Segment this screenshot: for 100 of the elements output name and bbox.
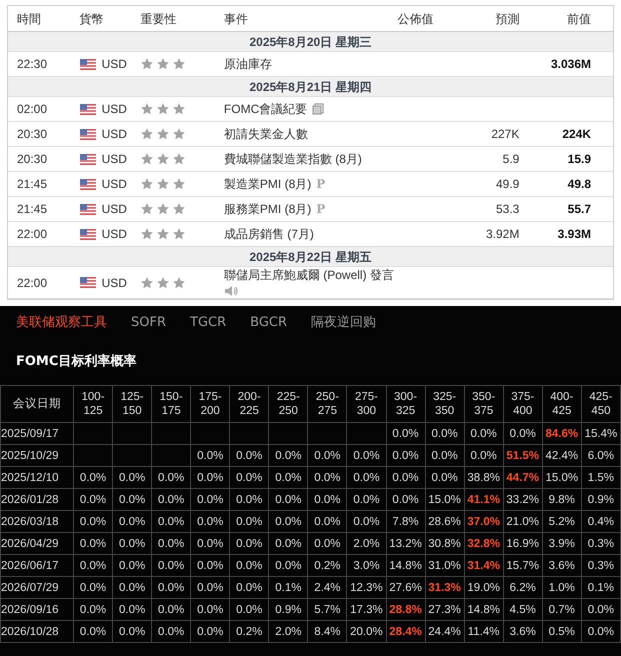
star-icon: [140, 57, 154, 72]
event-time: 22:00: [17, 276, 48, 290]
probability-cell: 0.0%: [190, 620, 230, 642]
probability-cell: 0.9%: [581, 488, 620, 510]
currency-code: USD: [102, 227, 127, 242]
probability-cell: 0.0%: [308, 532, 347, 554]
column-header: 400- 425: [542, 386, 582, 422]
star-icon: [140, 177, 154, 192]
meeting-date: 2026/04/29: [0, 532, 74, 554]
date-row: 2025年8月22日 星期五: [8, 246, 613, 266]
document-icon: [312, 103, 324, 115]
previous-value: 55.7: [568, 202, 591, 216]
probability-cell: 0.0%: [346, 488, 386, 510]
probability-cell: 0.0%: [74, 554, 113, 576]
tab[interactable]: 隔夜逆回购: [311, 315, 376, 331]
probability-cell: 15.4%: [581, 422, 620, 444]
event-name[interactable]: 成品房銷售 (7月): [224, 227, 314, 241]
probability-cell: 16.9%: [503, 532, 542, 554]
probability-cell: 0.0%: [190, 444, 230, 466]
event-name[interactable]: 製造業PMI (8月): [224, 177, 312, 191]
flag-icon: [80, 154, 96, 165]
probability-cell: 0.0%: [268, 444, 308, 466]
event-name[interactable]: 費城聯儲製造業指數 (8月): [224, 152, 362, 166]
preliminary-label: P: [316, 177, 326, 191]
probability-cell: 42.4%: [542, 444, 582, 466]
flag-icon: [80, 128, 96, 140]
probability-cell: 0.0%: [112, 598, 152, 620]
star-icon: [172, 202, 186, 216]
meeting-date: 2026/09/16: [0, 598, 74, 620]
probability-cell: 38.8%: [464, 466, 504, 488]
forecast-value: 5.9: [502, 152, 520, 166]
star-icon: [156, 227, 170, 242]
currency-code: USD: [102, 202, 127, 216]
event-name[interactable]: 服務業PMI (8月): [224, 202, 312, 216]
probability-cell: 0.0%: [152, 598, 191, 620]
meeting-date: 2025/12/10: [0, 466, 74, 488]
event-time: 20:30: [17, 152, 48, 166]
probability-cell: 0.0%: [190, 466, 230, 488]
probability-cell: 28.6%: [425, 510, 464, 532]
probability-cell: 1.5%: [581, 466, 620, 488]
column-header: 150- 175: [152, 386, 191, 422]
tab[interactable]: TGCR: [190, 315, 226, 331]
probability-cell: 0.0%: [112, 620, 152, 642]
probability-cell: 3.6%: [542, 554, 582, 576]
probability-cell: 32.8%: [464, 532, 504, 554]
flag-icon: [80, 178, 96, 190]
probability-cell: 0.0%: [230, 576, 269, 598]
event-name[interactable]: FOMC會議紀要: [224, 102, 308, 116]
flag-icon: [80, 228, 96, 240]
probability-cell: 0.0%: [152, 488, 191, 510]
probability-cell: 0.0%: [112, 488, 152, 510]
probability-cell: 0.0%: [152, 576, 191, 598]
probability-cell: 31.0%: [425, 554, 464, 576]
star-icon: [156, 202, 170, 216]
probability-cell: 0.0%: [152, 532, 191, 554]
star-icon: [172, 152, 186, 166]
probability-cell: 0.0%: [308, 510, 347, 532]
probability-cell: 0.0%: [386, 422, 426, 444]
column-header: 350- 375: [464, 386, 504, 422]
tab[interactable]: SOFR: [131, 315, 166, 331]
probability-cell: 0.0%: [503, 422, 542, 444]
forecast-value: 3.92M: [486, 227, 520, 241]
probability-cell: 19.0%: [464, 576, 504, 598]
probability-cell: 0.0%: [230, 532, 269, 554]
previous-value: 3.036M: [550, 57, 591, 71]
event-name[interactable]: 聯儲局主席鮑威爾 (Powell) 發言: [224, 268, 394, 282]
probability-cell: 0.0%: [308, 466, 347, 488]
star-icon: [156, 276, 170, 290]
probability-cell: 0.0%: [112, 510, 152, 532]
probability-cell: 0.0%: [268, 488, 308, 510]
tab[interactable]: 美联储观察工具: [16, 315, 107, 331]
column-header: 325- 350: [425, 386, 464, 422]
probability-cell: 33.2%: [503, 488, 542, 510]
probability-cell: 41.1%: [464, 488, 504, 510]
preliminary-label: P: [316, 202, 326, 216]
previous-value: 49.8: [568, 177, 591, 191]
tab[interactable]: BGCR: [250, 315, 287, 331]
star-icon: [156, 177, 170, 192]
event-name[interactable]: 原油庫存: [224, 57, 272, 71]
probability-cell: 0.0%: [190, 576, 230, 598]
probability-cell: 3.0%: [346, 554, 386, 576]
probability-cell: 0.1%: [268, 576, 308, 598]
probability-cell: 0.0%: [152, 620, 191, 642]
probability-cell: 0.0%: [190, 598, 230, 620]
probability-cell: 8.4%: [308, 620, 347, 642]
probability-cell: 0.0%: [74, 620, 113, 642]
probability-cell: 0.1%: [581, 576, 620, 598]
currency-code: USD: [102, 102, 127, 116]
probability-cell: 0.0%: [268, 510, 308, 532]
probability-cell: 0.0%: [190, 554, 230, 576]
probability-cell: 0.0%: [74, 510, 113, 532]
currency-code: USD: [102, 152, 127, 166]
event-name[interactable]: 初請失業金人數: [224, 127, 308, 141]
probability-cell: 0.0%: [230, 554, 269, 576]
probability-cell: 13.2%: [386, 532, 426, 554]
probability-cell: 0.3%: [581, 532, 620, 554]
meeting-date: 2026/06/17: [0, 554, 74, 576]
probability-cell: 0.0%: [386, 466, 426, 488]
probability-cell: 0.0%: [190, 488, 230, 510]
probability-cell: 0.0%: [190, 510, 230, 532]
